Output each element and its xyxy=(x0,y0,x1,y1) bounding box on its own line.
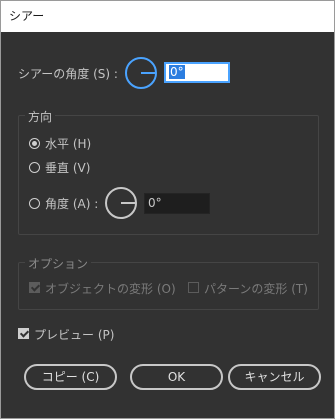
shear-angle-dial-needle xyxy=(141,72,155,74)
radio-vertical[interactable] xyxy=(29,162,40,173)
radio-angle-label[interactable]: 角度 (A) : xyxy=(45,195,98,212)
direction-angle-dial-needle xyxy=(121,202,135,204)
direction-angle-dial-icon[interactable] xyxy=(105,187,137,219)
transform-patterns-label: パターンの変形 (T) xyxy=(204,282,308,296)
shear-angle-value: 0° xyxy=(169,65,185,79)
radio-horizontal-label[interactable]: 水平 (H) xyxy=(45,135,91,152)
direction-group-title: 方向 xyxy=(25,108,56,125)
shear-angle-label: シアーの角度 (S) : xyxy=(18,67,118,81)
title-bar[interactable]: シアー xyxy=(1,1,334,32)
radio-vertical-label[interactable]: 垂直 (V) xyxy=(45,159,90,176)
transform-objects-checkbox[interactable] xyxy=(29,282,40,293)
copy-button[interactable]: コピー (C) xyxy=(24,364,117,390)
dialog-title: シアー xyxy=(9,9,45,23)
ok-button[interactable]: OK xyxy=(130,364,223,390)
radio-angle[interactable] xyxy=(29,198,40,209)
shear-angle-input[interactable]: 0° xyxy=(164,62,230,83)
direction-angle-input[interactable]: 0° xyxy=(144,193,210,214)
direction-angle-value: 0° xyxy=(148,196,162,210)
preview-label[interactable]: プレビュー (P) xyxy=(34,326,114,343)
options-group-title: オプション xyxy=(25,255,92,272)
radio-horizontal[interactable] xyxy=(29,138,40,149)
cancel-button[interactable]: キャンセル xyxy=(228,364,321,390)
shear-dialog: シアー シアーの角度 (S) : 0° 方向 水平 (H) 垂直 (V) 角度 … xyxy=(0,0,335,419)
transform-patterns-checkbox[interactable] xyxy=(188,282,199,293)
shear-angle-dial-icon[interactable] xyxy=(125,57,157,89)
preview-checkbox[interactable] xyxy=(18,328,29,339)
transform-objects-label: オブジェクトの変形 (O) xyxy=(45,282,176,296)
